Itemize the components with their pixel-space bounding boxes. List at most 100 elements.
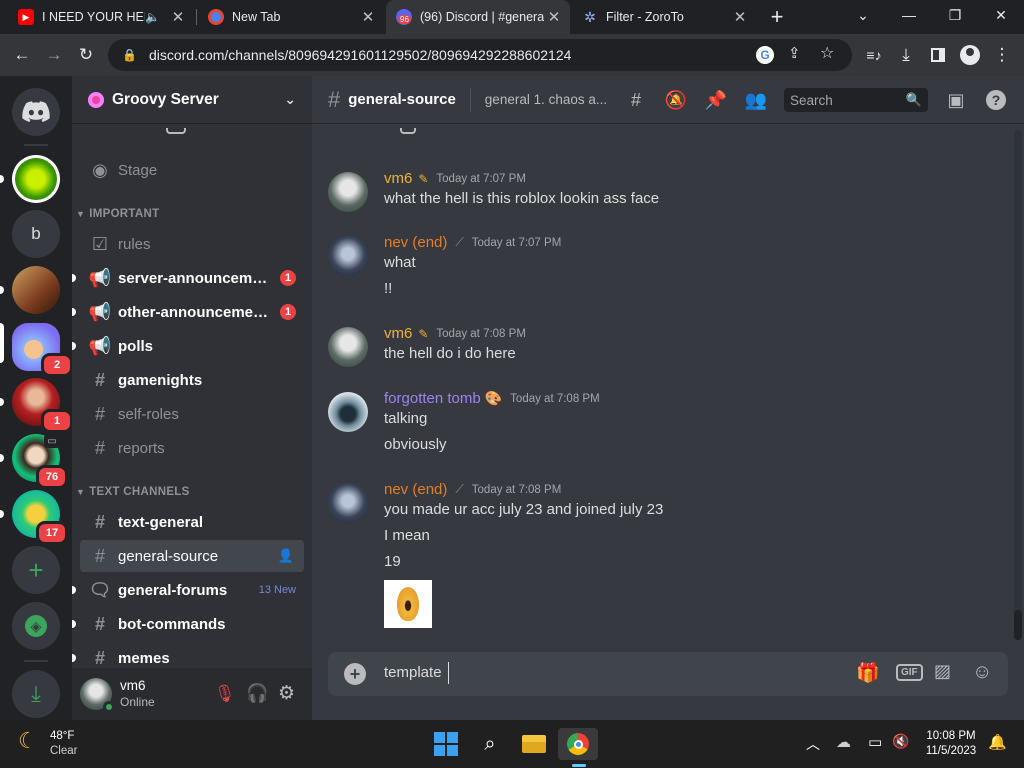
windows-start-icon[interactable] xyxy=(426,728,466,760)
explore-servers-button[interactable]: ◈ xyxy=(12,602,60,650)
sticker-icon[interactable]: ▨ xyxy=(934,661,951,682)
bookmark-star-icon[interactable]: ☆ xyxy=(820,43,834,63)
tab-youtube[interactable]: ▶ I NEED YOUR HEL 🔈 ✕ xyxy=(8,0,194,34)
inbox-icon[interactable]: ▣ xyxy=(944,88,968,112)
weather-widget[interactable]: 48°F Clear xyxy=(50,729,77,759)
help-icon[interactable]: ? xyxy=(984,88,1008,112)
emoji-image[interactable] xyxy=(384,580,432,628)
channel-bot-commands[interactable]: # bot-commands xyxy=(72,608,304,640)
scrollbar-thumb[interactable] xyxy=(1014,610,1022,640)
username: vm6 xyxy=(120,678,146,693)
forward-button[interactable]: → xyxy=(40,41,68,69)
moon-weather-icon[interactable]: ☾ xyxy=(18,728,38,754)
maximize-button[interactable]: ❐ xyxy=(932,0,978,30)
channel-reports[interactable]: # reports xyxy=(80,432,304,464)
tab-discord[interactable]: 96 (96) Discord | #genera ✕ xyxy=(386,0,570,34)
channel-memes[interactable]: # memes xyxy=(72,642,304,668)
category-text-channels[interactable]: ▼ TEXT CHANNELS xyxy=(76,486,190,498)
notification-muted-icon[interactable]: 🔕 xyxy=(664,88,688,112)
gift-icon[interactable]: 🎁 xyxy=(856,661,880,685)
chrome-taskbar-icon[interactable] xyxy=(558,728,598,760)
rules-icon: ☑ xyxy=(91,233,109,254)
channel-server-announcements[interactable]: 📢 server-announceme... 1 xyxy=(72,262,304,294)
audio-playing-icon: 🔈 xyxy=(145,10,160,24)
google-lens-icon[interactable]: G xyxy=(756,46,774,64)
onedrive-icon[interactable]: ☁ xyxy=(836,733,851,751)
server-name: Groovy Server xyxy=(112,90,219,108)
pinned-messages-icon[interactable]: 📌 xyxy=(704,88,728,112)
hash-icon: # xyxy=(328,86,341,112)
channel-stage[interactable]: ◉ Stage xyxy=(80,154,304,186)
network-icon[interactable]: ▭ xyxy=(868,733,882,751)
clock[interactable]: 10:08 PM 11/5/2023 xyxy=(916,729,986,759)
upload-plus-icon[interactable]: + xyxy=(344,663,366,685)
author-name[interactable]: vm6 xyxy=(384,170,412,187)
author-name[interactable]: nev (end) xyxy=(384,481,447,498)
scrollbar[interactable] xyxy=(1014,130,1022,640)
channel-general-source[interactable]: # general-source 👤 xyxy=(80,540,304,572)
avatar[interactable] xyxy=(328,236,368,276)
add-server-button[interactable]: + xyxy=(12,546,60,594)
media-control-icon[interactable]: ≡♪ xyxy=(860,41,888,69)
author-name[interactable]: nev (end) xyxy=(384,234,447,251)
discord-home-button[interactable] xyxy=(12,88,60,136)
emoji-picker-icon[interactable]: ☺ xyxy=(972,661,992,684)
profile-icon[interactable] xyxy=(956,41,984,69)
reload-button[interactable]: ↻ xyxy=(72,41,100,69)
channel-polls[interactable]: 📢 polls xyxy=(72,330,304,362)
share-icon[interactable]: ⇪ xyxy=(788,44,801,62)
download-apps-button[interactable]: ⤓ xyxy=(12,670,60,718)
message-input[interactable]: template xyxy=(384,664,442,681)
tab-new-tab[interactable]: New Tab ✕ xyxy=(198,0,384,34)
close-tab-icon[interactable]: ✕ xyxy=(730,8,750,26)
lock-icon: 🔒 xyxy=(122,48,137,62)
close-tab-icon[interactable]: ✕ xyxy=(358,8,378,26)
server-b[interactable]: b xyxy=(12,210,60,258)
author-name[interactable]: vm6 xyxy=(384,325,412,342)
channel-gamenights[interactable]: # gamenights xyxy=(80,364,304,396)
chevron-up-icon[interactable]: ︿ xyxy=(806,734,820,754)
server-3[interactable] xyxy=(12,266,60,314)
close-tab-icon[interactable]: ✕ xyxy=(544,8,564,26)
channel-other-announcements[interactable]: 📢 other-announcemen... 1 xyxy=(72,296,304,328)
back-button[interactable]: ← xyxy=(8,41,36,69)
avatar[interactable] xyxy=(80,678,115,713)
category-important[interactable]: ▼ IMPORTANT xyxy=(76,208,159,220)
search-input[interactable]: Search 🔍 xyxy=(784,88,928,112)
notification-bell-icon[interactable]: 🔔 xyxy=(988,733,1007,751)
new-tab-button[interactable]: + xyxy=(764,4,790,30)
gif-icon[interactable]: GIF xyxy=(896,664,923,681)
settings-gear-icon[interactable]: ⚙ xyxy=(278,682,295,705)
headphones-icon[interactable]: 🎧 xyxy=(246,683,268,704)
member-list-icon[interactable]: 👥 xyxy=(744,88,768,112)
user-status: Online xyxy=(120,695,155,709)
threads-icon[interactable]: # xyxy=(624,88,648,112)
minimize-button[interactable]: — xyxy=(886,0,932,30)
channel-rules[interactable]: ☑ rules xyxy=(80,228,304,260)
close-tab-icon[interactable]: ✕ xyxy=(168,8,188,26)
address-bar[interactable]: 🔒 discord.com/channels/80969429160112950… xyxy=(108,39,852,71)
avatar[interactable] xyxy=(328,483,368,523)
server-limewire[interactable] xyxy=(12,155,60,203)
close-window-button[interactable]: ✕ xyxy=(978,0,1024,30)
search-icon[interactable]: ⌕ xyxy=(470,728,510,760)
tab-zoro[interactable]: ✲ Filter - ZoroTo ✕ xyxy=(572,0,756,34)
channel-topic[interactable]: general 1. chaos a... xyxy=(485,92,607,107)
mute-microphone-icon[interactable]: 🎙 xyxy=(214,684,236,704)
channel-general-forums[interactable]: 🗨 general-forums 13 New xyxy=(72,574,304,606)
avatar[interactable] xyxy=(328,327,368,367)
avatar[interactable] xyxy=(328,172,368,212)
channel-text-general[interactable]: # text-general xyxy=(80,506,304,538)
file-explorer-icon[interactable] xyxy=(514,728,554,760)
tab-search-button[interactable]: ⌄ xyxy=(840,0,886,30)
server-header[interactable]: Groovy Server ⌄ xyxy=(72,76,312,124)
author-name[interactable]: forgotten tomb xyxy=(384,390,481,407)
download-icon[interactable]: ⤓ xyxy=(892,41,920,69)
invite-member-icon[interactable]: 👤 xyxy=(278,548,294,564)
chrome-menu-icon[interactable]: ⋮ xyxy=(988,41,1016,69)
channel-self-roles[interactable]: # self-roles xyxy=(80,398,304,430)
role-icon: ✎ xyxy=(418,171,429,186)
side-panel-icon[interactable] xyxy=(924,41,952,69)
speaker-muted-icon[interactable]: 🔇 xyxy=(892,733,909,750)
avatar[interactable] xyxy=(328,392,368,432)
